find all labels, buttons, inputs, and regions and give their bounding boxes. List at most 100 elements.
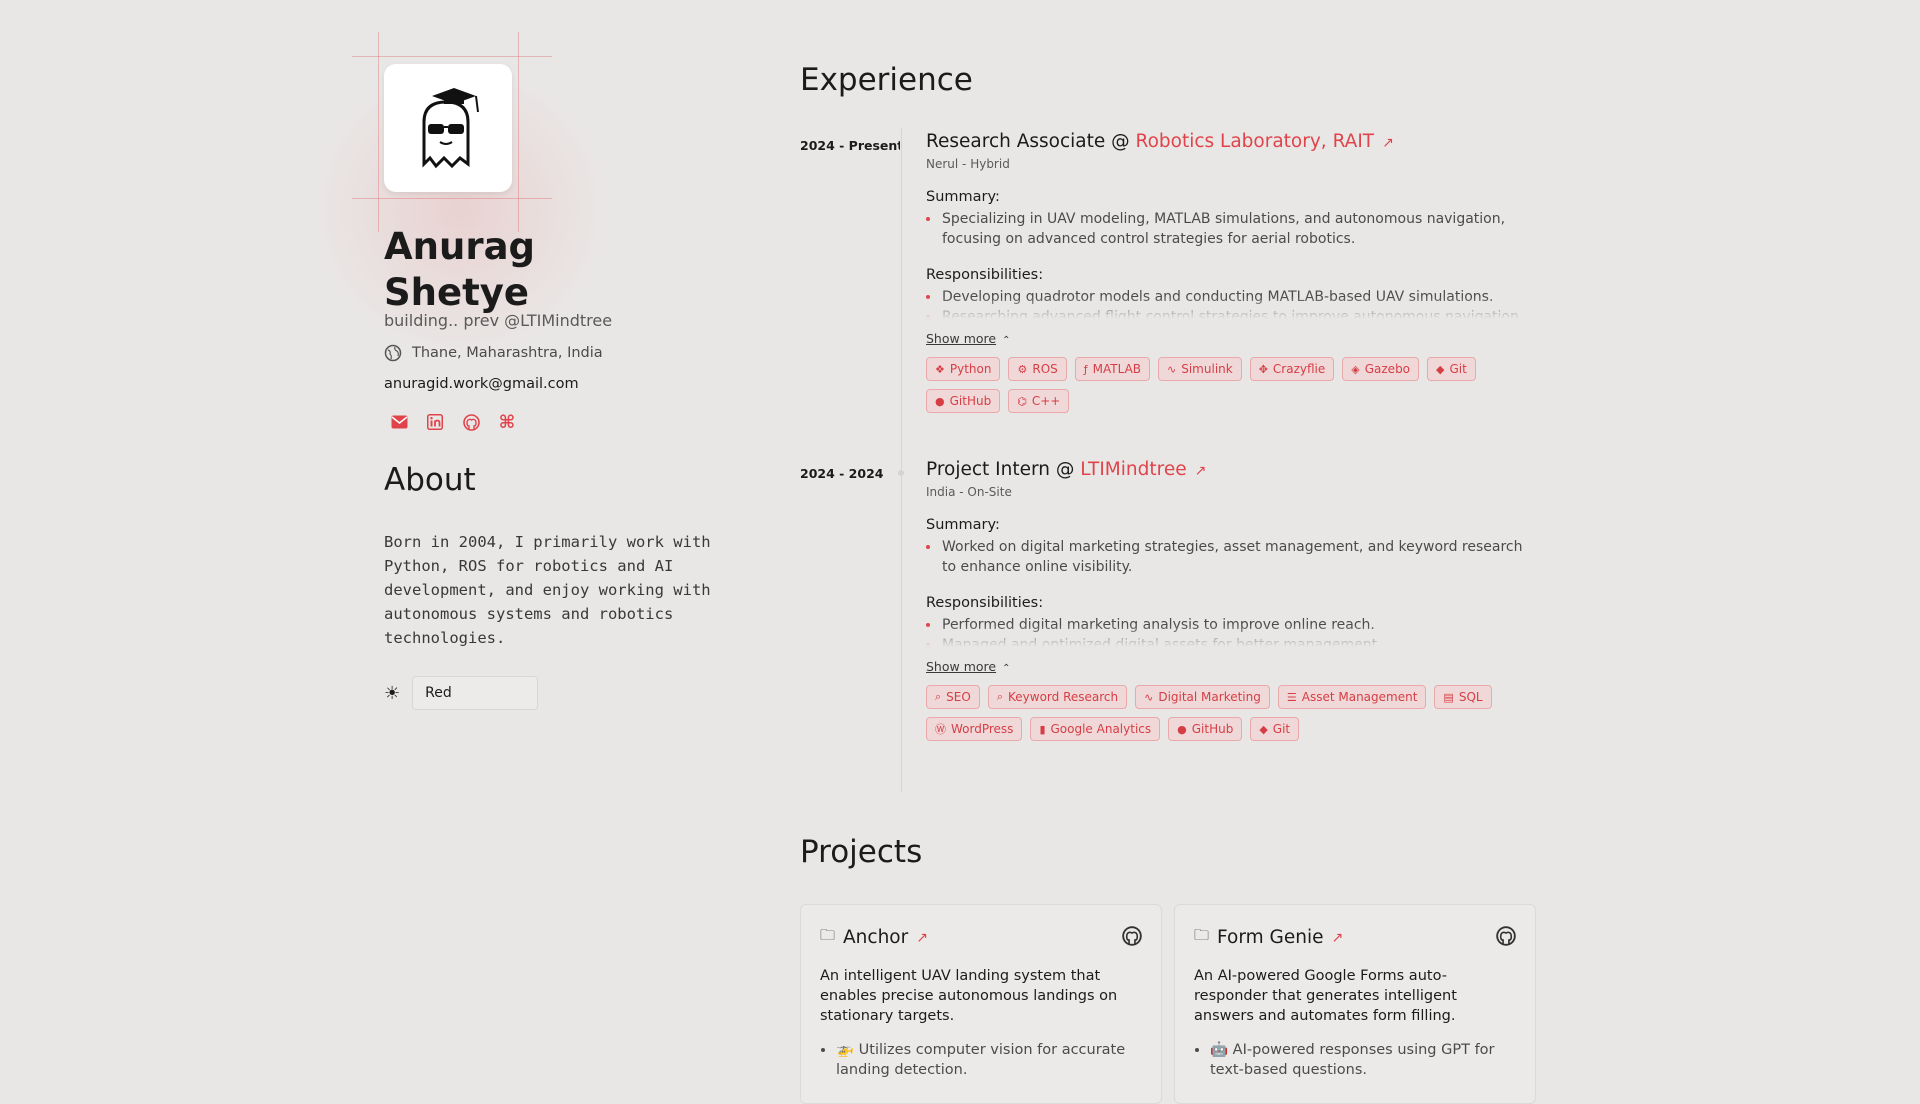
tag-gazebo[interactable]: ◈ Gazebo [1342,357,1420,381]
chevron-up-icon: ⌃ [1002,663,1011,674]
project-title[interactable]: 🗀 Anchor ↗ [820,925,928,950]
tag-google-analytics[interactable]: ▮ Google Analytics [1030,717,1161,741]
responsibilities-label: Responsibilities: [926,267,1044,283]
tag-matlab[interactable]: ƒ MATLAB [1074,357,1151,381]
project-title[interactable]: 🗀 Form Genie ↗ [1194,925,1343,950]
robot-icon: ⚙ [1017,362,1028,376]
tag-crazyflie[interactable]: ✥ Crazyflie [1249,357,1335,381]
profile-location: Thane, Maharashtra, India [384,344,603,362]
python-icon: ❖ [935,362,945,376]
sun-icon[interactable]: ☀ [384,683,400,704]
job-role: Research Associate @ Robotics Laboratory… [926,128,1536,157]
tag-simulink[interactable]: ∿ Simulink [1158,357,1242,381]
project-card[interactable]: 🗀 Form Genie ↗ An AI-powered Google Forms … [1174,904,1536,1104]
theme-select-value: Red [425,685,452,701]
chart-line-icon: ∿ [1144,690,1154,704]
role-title: Research Associate @ [926,131,1130,152]
tag-digital-marketing[interactable]: ∿ Digital Marketing [1135,685,1270,709]
summary-point: Worked on digital marketing strategies, … [926,537,1536,577]
tag-git[interactable]: ◆ Git [1427,357,1476,381]
summary-label: Summary: [926,189,1000,205]
tag-keyword-research[interactable]: ⌕ Keyword Research [987,685,1128,709]
git-icon: ◆ [1436,362,1445,376]
tag-github[interactable]: ● GitHub [1168,717,1243,741]
sql-icon: ▤ [1443,690,1454,704]
avatar-container [352,32,552,232]
job-location: India - On-Site [926,485,1012,499]
chevron-up-icon: ⌃ [1002,335,1011,346]
responsibility-point: Researching advanced flight control stra… [926,307,1536,319]
about-heading: About [384,462,476,498]
github-icon[interactable] [462,413,480,431]
summary-point: Specializing in UAV modeling, MATLAB sim… [926,209,1536,249]
github-icon[interactable] [1122,925,1142,950]
external-link-icon[interactable]: ↗ [916,930,928,946]
responsibility-point: Managed and optimized digital assets for… [926,635,1536,647]
guide-line [352,56,552,57]
job-date: 2024 - Present [800,138,900,153]
cube-icon: ◈ [1351,362,1360,376]
tech-tags: ❖ Python ⚙ ROS ƒ MATLAB ∿ Simulink ✥ Crazyfli… [926,357,1536,413]
tag-github[interactable]: ● GitHub [926,389,1001,413]
mail-icon[interactable] [390,413,408,431]
bar-chart-icon: ▮ [1039,722,1046,736]
role-title: Project Intern @ [926,459,1075,480]
tag-ros[interactable]: ⚙ ROS [1008,357,1067,381]
function-icon: ƒ [1083,362,1088,376]
summary-label: Summary: [926,517,1000,533]
show-more-button[interactable]: Show more ⌃ [926,331,1010,346]
tag-asset-management[interactable]: ☰ Asset Management [1277,685,1427,709]
show-more-button[interactable]: Show more ⌃ [926,659,1010,674]
job-date: 2024 - 2024 [800,466,884,481]
responsibility-point: Performed digital marketing analysis to … [926,615,1536,635]
folder-icon: 🗀 [820,926,836,944]
zoom-icon: ⌕ [996,690,1003,703]
drone-icon: ✥ [1258,362,1268,376]
search-icon: ⌕ [935,690,942,703]
external-link-icon[interactable]: ↗ [1382,135,1394,151]
about-text: Born in 2004, I primarily work with Pyth… [384,533,711,647]
external-link-icon[interactable]: ↗ [1331,930,1343,946]
git-icon: ◆ [1259,722,1268,736]
project-card[interactable]: 🗀 Anchor ↗ An intelligent UAV landing syst… [800,904,1162,1104]
project-description: An AI-powered Google Forms auto-responde… [1194,968,1457,1024]
tag-wordpress[interactable]: Ⓦ WordPress [926,717,1023,741]
folder-icon: 🗀 [1194,926,1210,944]
timeline-line [901,128,902,792]
project-description: An intelligent UAV landing system that e… [820,968,1118,1024]
location-text: Thane, Maharashtra, India [412,345,603,361]
social-links: ⌘ [390,412,516,433]
tag-python[interactable]: ❖ Python [926,357,1001,381]
theme-select[interactable]: Red [412,676,539,710]
tag-sql[interactable]: ▤ SQL [1434,685,1492,709]
tag-git[interactable]: ◆ Git [1250,717,1300,741]
guide-line [352,198,552,199]
job-location: Nerul - Hybrid [926,157,1010,171]
avatar [384,64,512,192]
guide-line [378,32,379,232]
github-icon: ● [935,394,945,408]
responsibility-point: Developing quadrotor models and conducti… [926,287,1536,307]
company-link[interactable]: Robotics Laboratory, RAIT [1136,131,1375,152]
linkedin-icon[interactable] [426,413,444,431]
command-icon[interactable]: ⌘ [498,412,516,433]
projects-heading: Projects [800,834,923,870]
github-icon[interactable] [1496,925,1516,950]
tag-seo[interactable]: ⌕ SEO [926,685,980,709]
responsibilities-list: Performed digital marketing analysis to … [926,615,1536,647]
tag-cpp[interactable]: ⌬ C++ [1008,389,1070,413]
profile-email[interactable]: anuragid.work@gmail.com [384,376,579,392]
chart-line-icon: ∿ [1167,362,1177,376]
external-link-icon[interactable]: ↗ [1195,463,1207,479]
profile-name: Anurag Shetye [384,225,536,314]
profile-tagline: building.. prev @LTIMindtree [384,311,613,330]
timeline-dot [898,470,904,476]
theme-switcher: ☀ Red [384,676,539,710]
guide-line [518,32,519,232]
responsibilities-label: Responsibilities: [926,595,1044,611]
project-feature: 🤖 AI-powered responses using GPT for tex… [1210,1040,1516,1080]
wordpress-icon: Ⓦ [935,723,946,736]
job-role: Project Intern @ LTIMindtree ↗ [926,456,1536,485]
experience-heading: Experience [800,62,973,98]
company-link[interactable]: LTIMindtree [1080,459,1186,480]
